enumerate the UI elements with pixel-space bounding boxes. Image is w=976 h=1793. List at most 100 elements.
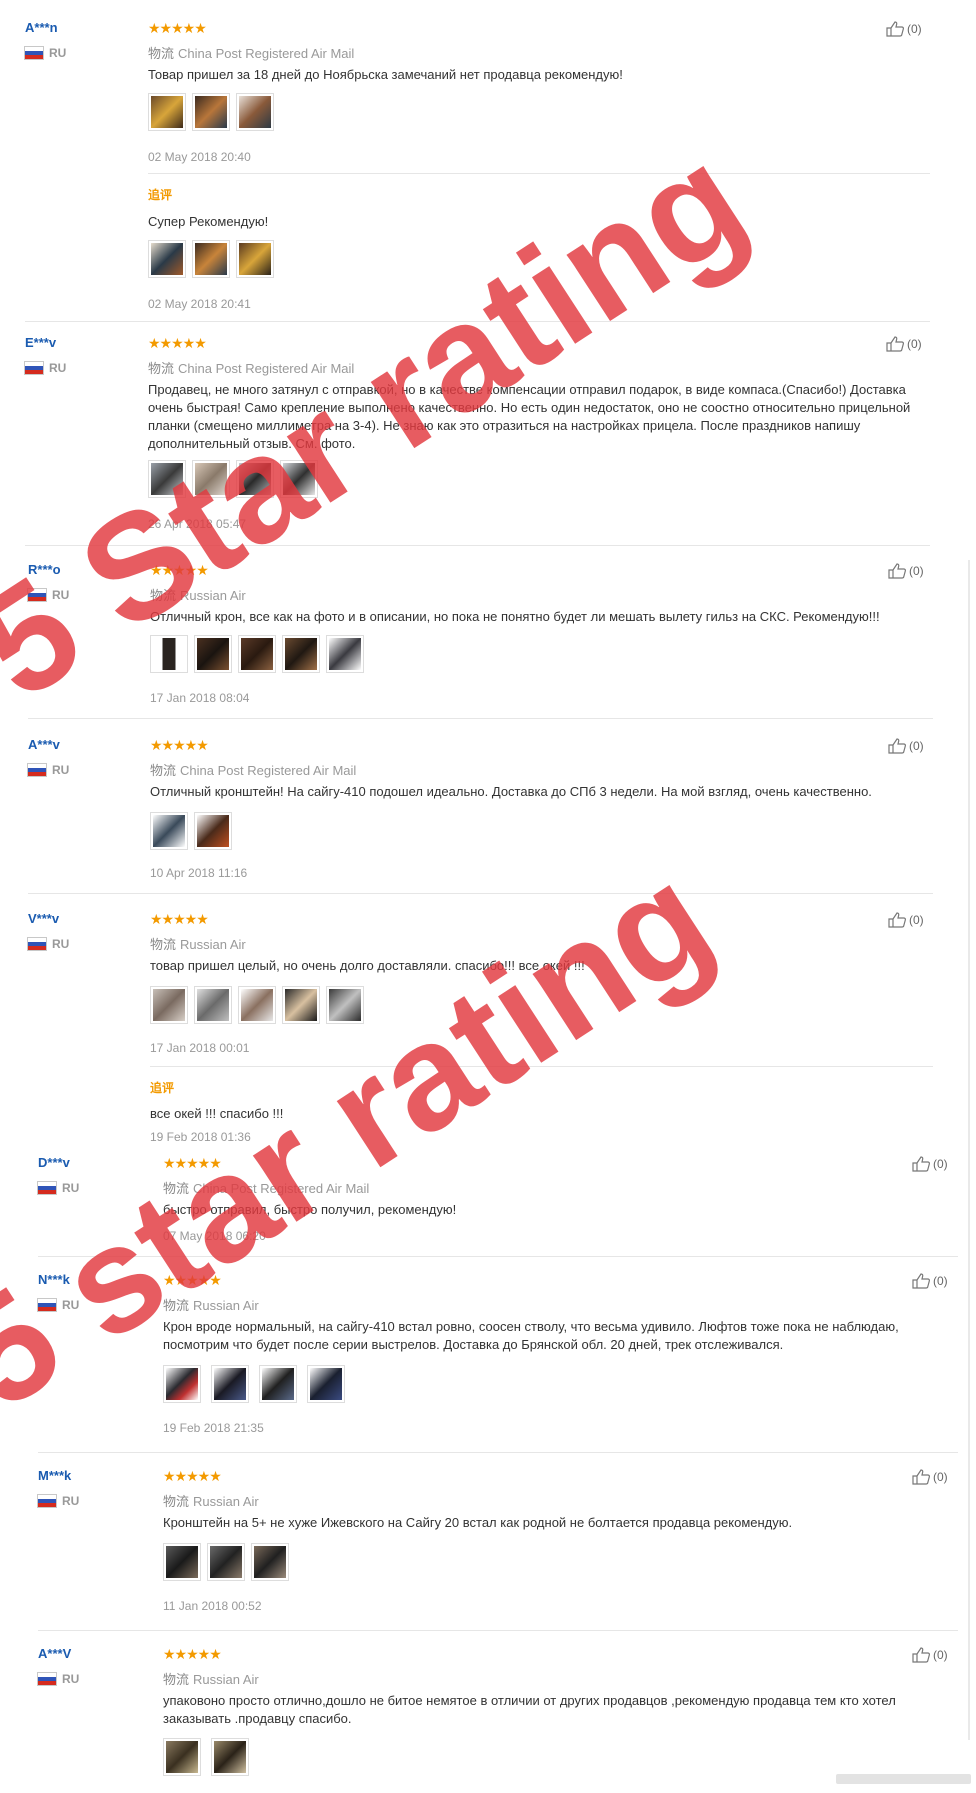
review-date: 07 May 2018 06:20 [163,1229,266,1243]
review-photo[interactable] [211,1738,249,1776]
review-photo[interactable] [163,1738,201,1776]
reviewer-name[interactable]: A***V [38,1646,71,1661]
country-code: RU [49,46,67,60]
review-photos [148,460,318,498]
review-photo[interactable] [282,986,320,1024]
additional-review-text: Супер Рекомендую! [148,214,269,229]
shipping-method: 物流 Russian Air [163,1672,259,1687]
thumbs-up-icon [912,1647,930,1663]
star-rating: ★★★★★ [163,1646,222,1662]
reviewer-name[interactable]: A***n [25,20,58,35]
review-date: 17 Jan 2018 08:04 [150,691,250,705]
review-text: Кронштейн на 5+ не хуже Ижевского на Сай… [163,1515,793,1530]
reviewer-name[interactable]: V***v [28,911,59,926]
review-photos [163,1365,345,1403]
review-text: товар пришел целый, но очень долго доста… [150,958,585,973]
review-photo[interactable] [163,1365,201,1403]
helpful-count: (0) [907,337,922,351]
review-photo[interactable] [326,986,364,1024]
helpful-button[interactable]: (0) [888,738,924,754]
reviewer-name[interactable]: E***v [25,335,56,350]
review-photo[interactable] [259,1365,297,1403]
review-photo[interactable] [148,93,186,131]
review-photo[interactable] [236,460,274,498]
review-photo[interactable] [150,635,188,673]
review-separator [38,1452,958,1453]
review-photo[interactable] [236,240,274,278]
country-code: RU [52,588,70,602]
helpful-count: (0) [907,22,922,36]
review-photo[interactable] [192,93,230,131]
reviewer-name[interactable]: M***k [38,1468,71,1483]
review-date: 10 Apr 2018 11:16 [150,866,248,880]
horizontal-scrollbar[interactable] [836,1774,971,1784]
review-photo[interactable] [280,460,318,498]
review-photo[interactable] [207,1543,245,1581]
thumbs-up-icon [886,336,904,352]
helpful-button[interactable]: (0) [912,1156,948,1172]
helpful-count: (0) [909,564,924,578]
review-photo[interactable] [192,240,230,278]
review-photo[interactable] [326,635,364,673]
review-photo[interactable] [194,812,232,850]
review-text: Отличный крон, все как на фото и в описа… [150,609,880,624]
helpful-button[interactable]: (0) [888,912,924,928]
reviewer-name[interactable]: A***v [28,737,60,752]
thumbs-up-icon [912,1156,930,1172]
review-photo[interactable] [150,986,188,1024]
additional-review-date: 19 Feb 2018 01:36 [150,1130,251,1144]
review-photo[interactable] [238,986,276,1024]
review-photo[interactable] [307,1365,345,1403]
review-photos [163,1543,289,1581]
star-rating: ★★★★★ [150,562,209,578]
review-photos [150,635,364,673]
star-rating: ★★★★★ [148,335,207,351]
review-photo[interactable] [211,1365,249,1403]
review-date: 26 Apr 2018 05:47 [148,517,247,531]
review-photo[interactable] [194,635,232,673]
helpful-button[interactable]: (0) [886,336,922,352]
review-date: 17 Jan 2018 00:01 [150,1041,250,1055]
helpful-button[interactable]: (0) [912,1273,948,1289]
review-separator [38,1256,958,1257]
review-separator [28,718,933,719]
helpful-button[interactable]: (0) [912,1647,948,1663]
shipping-method: 物流 China Post Registered Air Mail [163,1181,370,1196]
review-photo[interactable] [163,1543,201,1581]
helpful-button[interactable]: (0) [888,563,924,579]
review-photo[interactable] [148,240,186,278]
reviewer-name[interactable]: N***k [38,1272,70,1287]
review-photo[interactable] [192,460,230,498]
review-photo[interactable] [282,635,320,673]
star-rating: ★★★★★ [150,737,209,753]
shipping-method: 物流 Russian Air [150,588,246,603]
review-photo[interactable] [194,986,232,1024]
star-rating: ★★★★★ [163,1272,222,1288]
shipping-method: 物流 China Post Registered Air Mail [148,46,355,61]
review-text: упаковоно просто отлично,дошло не битое … [163,1693,896,1726]
shipping-method: 物流 Russian Air [163,1298,259,1313]
country-code: RU [62,1181,80,1195]
helpful-button[interactable]: (0) [886,21,922,37]
review-photo[interactable] [150,812,188,850]
reviewer-name[interactable]: D***v [38,1155,70,1170]
star-rating: ★★★★★ [150,911,209,927]
country-code: RU [52,937,70,951]
review-photo[interactable] [236,93,274,131]
additional-review-text: все окей !!! спасибо !!! [150,1106,284,1121]
russia-flag-icon [38,1673,56,1685]
thumbs-up-icon [912,1273,930,1289]
reviewer-name[interactable]: R***o [28,562,61,577]
review-photo[interactable] [238,635,276,673]
review-photo[interactable] [251,1543,289,1581]
review-text: быстро отправил, быстро получил, рекомен… [163,1202,457,1217]
helpful-button[interactable]: (0) [912,1469,948,1485]
review-photos [150,986,364,1024]
review-photo[interactable] [148,460,186,498]
russia-flag-icon [28,938,46,950]
star-rating: ★★★★★ [148,20,207,36]
review-photos [163,1738,249,1776]
helpful-count: (0) [933,1274,948,1288]
russia-flag-icon [28,764,46,776]
helpful-count: (0) [909,913,924,927]
